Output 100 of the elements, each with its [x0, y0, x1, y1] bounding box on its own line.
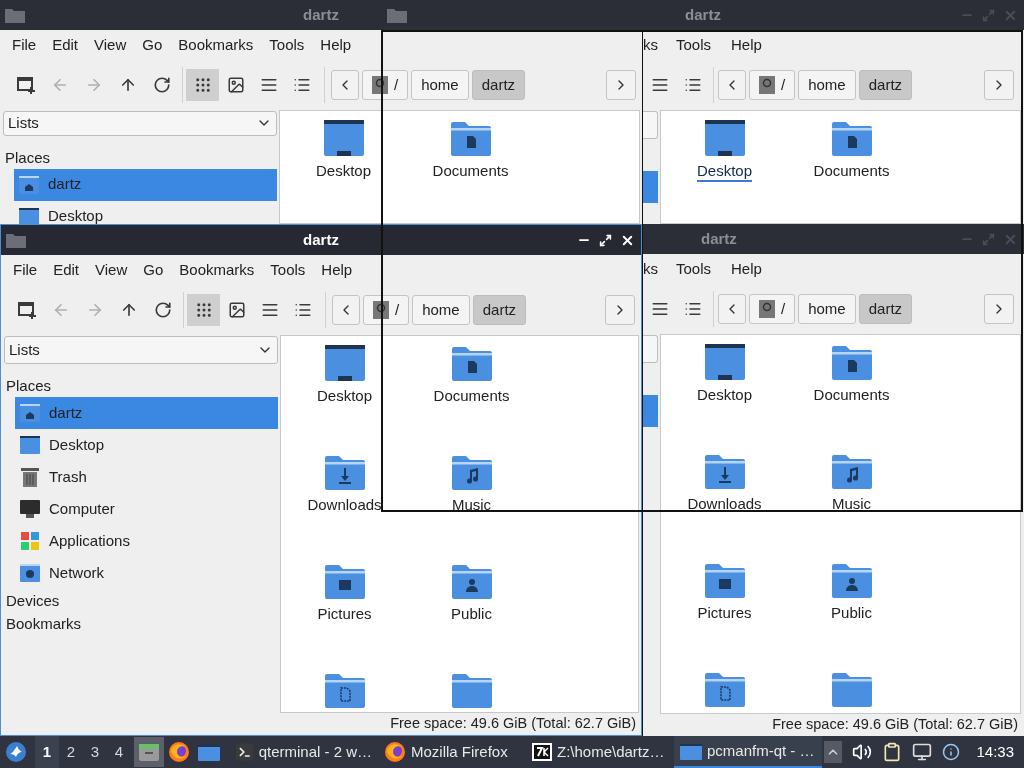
task-button[interactable]: Mozilla Firefox — [378, 736, 526, 768]
file-name[interactable]: Pictures — [315, 603, 374, 626]
menu-item[interactable]: View — [87, 256, 136, 284]
file-name[interactable]: Desktop — [695, 384, 754, 407]
path-forward-button[interactable] — [605, 295, 635, 325]
list-icon — [292, 76, 311, 94]
file-name[interactable]: Desktop — [315, 385, 374, 408]
lines-icon — [650, 76, 669, 94]
volume-icon[interactable] — [852, 742, 873, 762]
file-name[interactable]: Downloads — [685, 493, 764, 516]
view-mode-button[interactable] — [186, 69, 219, 101]
maximize-icon[interactable] — [599, 233, 612, 247]
menu-item[interactable]: Help — [312, 31, 360, 59]
path-segment[interactable]: home — [798, 70, 856, 100]
task-button[interactable]: qterminal - 2 w… — [230, 736, 378, 768]
path-forward-button[interactable] — [984, 70, 1014, 100]
menu-item[interactable]: Edit — [44, 31, 87, 59]
menu-item[interactable]: Tools — [666, 255, 722, 283]
path-segment[interactable]: dartz — [472, 295, 527, 325]
path-back-button[interactable] — [718, 294, 746, 324]
task-button[interactable]: Z:\home\dartz… — [526, 736, 674, 768]
menu-item[interactable]: ks — [643, 31, 666, 59]
file-name[interactable]: Documents — [430, 160, 511, 183]
folder-icon — [5, 7, 25, 23]
menu-item[interactable]: Go — [135, 256, 172, 284]
file-name[interactable]: Music — [829, 493, 874, 516]
sidebar-item[interactable]: dartz — [14, 168, 277, 201]
menu-item[interactable]: ks — [643, 255, 666, 283]
status-text: Free space: 49.6 GiB (Total: 62.7 GiB) — [772, 715, 1018, 735]
clipboard-icon[interactable] — [882, 742, 903, 762]
sidebar-item[interactable]: Trash — [15, 461, 278, 493]
tray-expand-button[interactable] — [824, 741, 843, 763]
menu-item[interactable]: Edit — [45, 256, 88, 284]
path-segment[interactable]: / — [749, 70, 796, 100]
file-name[interactable]: Desktop — [314, 160, 373, 183]
dropdown-field[interactable] — [643, 335, 658, 363]
workspace-button[interactable]: 3 — [83, 736, 107, 768]
menu-item[interactable]: File — [5, 256, 46, 284]
file-name[interactable]: Documents — [811, 160, 892, 183]
sidebar-item[interactable]: Desktop — [14, 200, 277, 224]
dropdown-field[interactable] — [643, 111, 658, 139]
menu-item[interactable]: Tools — [261, 31, 313, 59]
workspace-button[interactable]: 1 — [35, 736, 59, 768]
view-mode-button[interactable] — [187, 294, 220, 326]
path-segment[interactable]: home — [412, 295, 470, 325]
list-icon — [683, 76, 702, 94]
sidebar-item[interactable]: Network — [15, 557, 278, 589]
drive-icon — [759, 300, 775, 318]
lines-icon — [259, 76, 278, 94]
file-name[interactable]: Documents — [811, 384, 892, 407]
dropdown-field[interactable]: Lists — [3, 111, 277, 136]
path-segment[interactable]: / — [749, 294, 796, 324]
menu-item[interactable]: Bookmarks — [171, 256, 263, 284]
file-name[interactable]: Downloads — [305, 494, 384, 517]
dropdown-field[interactable]: Lists — [4, 336, 278, 364]
path-forward-button[interactable] — [984, 294, 1014, 324]
notification-icon[interactable] — [942, 743, 961, 761]
lines-icon — [260, 301, 279, 319]
menu-item[interactable]: Help — [721, 31, 772, 59]
start-menu-icon[interactable] — [5, 741, 27, 763]
path-back-button[interactable] — [718, 70, 746, 100]
path-segment[interactable]: dartz — [858, 294, 913, 324]
path-back-button[interactable] — [331, 70, 359, 100]
menu-item[interactable]: Tools — [262, 256, 314, 284]
file-name[interactable]: Public — [449, 603, 494, 626]
menu-item[interactable]: Go — [134, 31, 171, 59]
menu-item[interactable]: Help — [721, 255, 772, 283]
folder-icon — [6, 232, 26, 248]
path-segment[interactable]: / — [363, 295, 410, 325]
workspace-button[interactable]: 4 — [107, 736, 131, 768]
file-name[interactable]: Documents — [431, 385, 512, 408]
path-segment[interactable]: dartz — [471, 70, 526, 100]
clock[interactable]: 14:33 — [976, 740, 1014, 764]
file-name[interactable]: Pictures — [695, 602, 754, 625]
sidebar-item[interactable]: Applications — [15, 525, 278, 557]
list-icon — [293, 301, 312, 319]
grid-icon — [194, 301, 213, 319]
path-segment[interactable]: dartz — [858, 70, 913, 100]
path-forward-button[interactable] — [606, 70, 636, 100]
file-name[interactable]: Public — [829, 602, 874, 625]
desktop-folder-icon — [704, 342, 745, 382]
file-name[interactable]: Desktop — [695, 160, 754, 183]
home-folder-icon — [19, 175, 39, 194]
path-segment[interactable]: / — [362, 70, 409, 100]
path-segment[interactable]: home — [798, 294, 856, 324]
workspace-button[interactable]: 2 — [59, 736, 83, 768]
menu-item[interactable]: View — [86, 31, 135, 59]
menu-item[interactable]: Tools — [666, 31, 722, 59]
sidebar-item[interactable]: Computer — [15, 493, 278, 525]
network-icon[interactable] — [912, 742, 933, 762]
menu-item[interactable]: Help — [313, 256, 361, 284]
image-icon — [226, 76, 245, 94]
file-name[interactable]: Music — [449, 494, 494, 517]
task-button[interactable]: pcmanfm-qt - … — [674, 736, 822, 768]
menu-item[interactable]: File — [4, 31, 45, 59]
path-back-button[interactable] — [332, 295, 360, 325]
sidebar-item[interactable]: dartz — [15, 397, 278, 429]
path-segment[interactable]: home — [411, 70, 469, 100]
menu-item[interactable]: Bookmarks — [170, 31, 262, 59]
sidebar-item[interactable]: Desktop — [15, 429, 278, 461]
